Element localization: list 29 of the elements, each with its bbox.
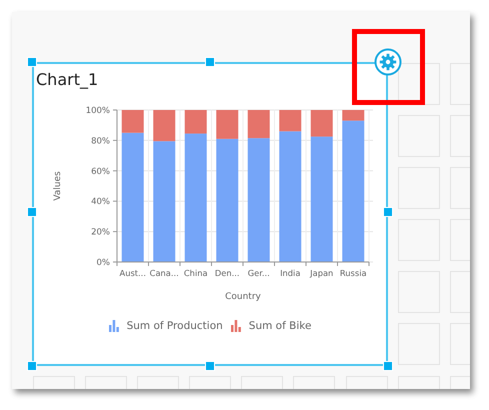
resize-handle[interactable]	[27, 207, 37, 217]
x-tick-label: Aust...	[120, 268, 146, 278]
legend-label[interactable]: Sum of Production	[126, 320, 223, 332]
y-tick-label: 80%	[91, 136, 110, 146]
y-tick-label: 0%	[96, 258, 110, 268]
widget-title: Chart_1	[35, 69, 100, 91]
chart-widget[interactable]: Chart_1 0% 20% 40% 60% 80% 100% Aust... Cana... China Den... Ger... India Japan Russia Country Values Sum of Production Sum of Bike	[32, 62, 388, 366]
x-tick-label: Ger...	[248, 268, 270, 278]
resize-handle[interactable]	[383, 361, 393, 371]
y-tick-label: 100%	[86, 106, 110, 116]
legend-label[interactable]: Sum of Bike	[248, 320, 312, 332]
x-tick-label: China	[184, 268, 208, 278]
y-tick-label: 40%	[91, 197, 110, 208]
y-tick-label: 60%	[91, 166, 110, 177]
resize-handle[interactable]	[27, 57, 37, 67]
resize-handle[interactable]	[383, 207, 393, 217]
y-axis-title: Values	[53, 171, 63, 201]
resize-handle[interactable]	[27, 361, 37, 371]
y-tick-label: 20%	[91, 228, 110, 238]
x-tick-label: India	[280, 268, 300, 278]
x-axis-title: Country	[225, 292, 261, 302]
x-tick-label: Cana...	[150, 268, 179, 278]
legend-bar-chart-icon	[230, 320, 241, 332]
x-tick-label: Den...	[214, 268, 240, 278]
x-tick-label: Japan	[310, 268, 334, 278]
legend-bar-chart-icon	[108, 320, 119, 332]
x-tick-label: Russia	[340, 268, 367, 278]
resize-handle[interactable]	[205, 57, 215, 67]
resize-handle[interactable]	[205, 361, 215, 371]
